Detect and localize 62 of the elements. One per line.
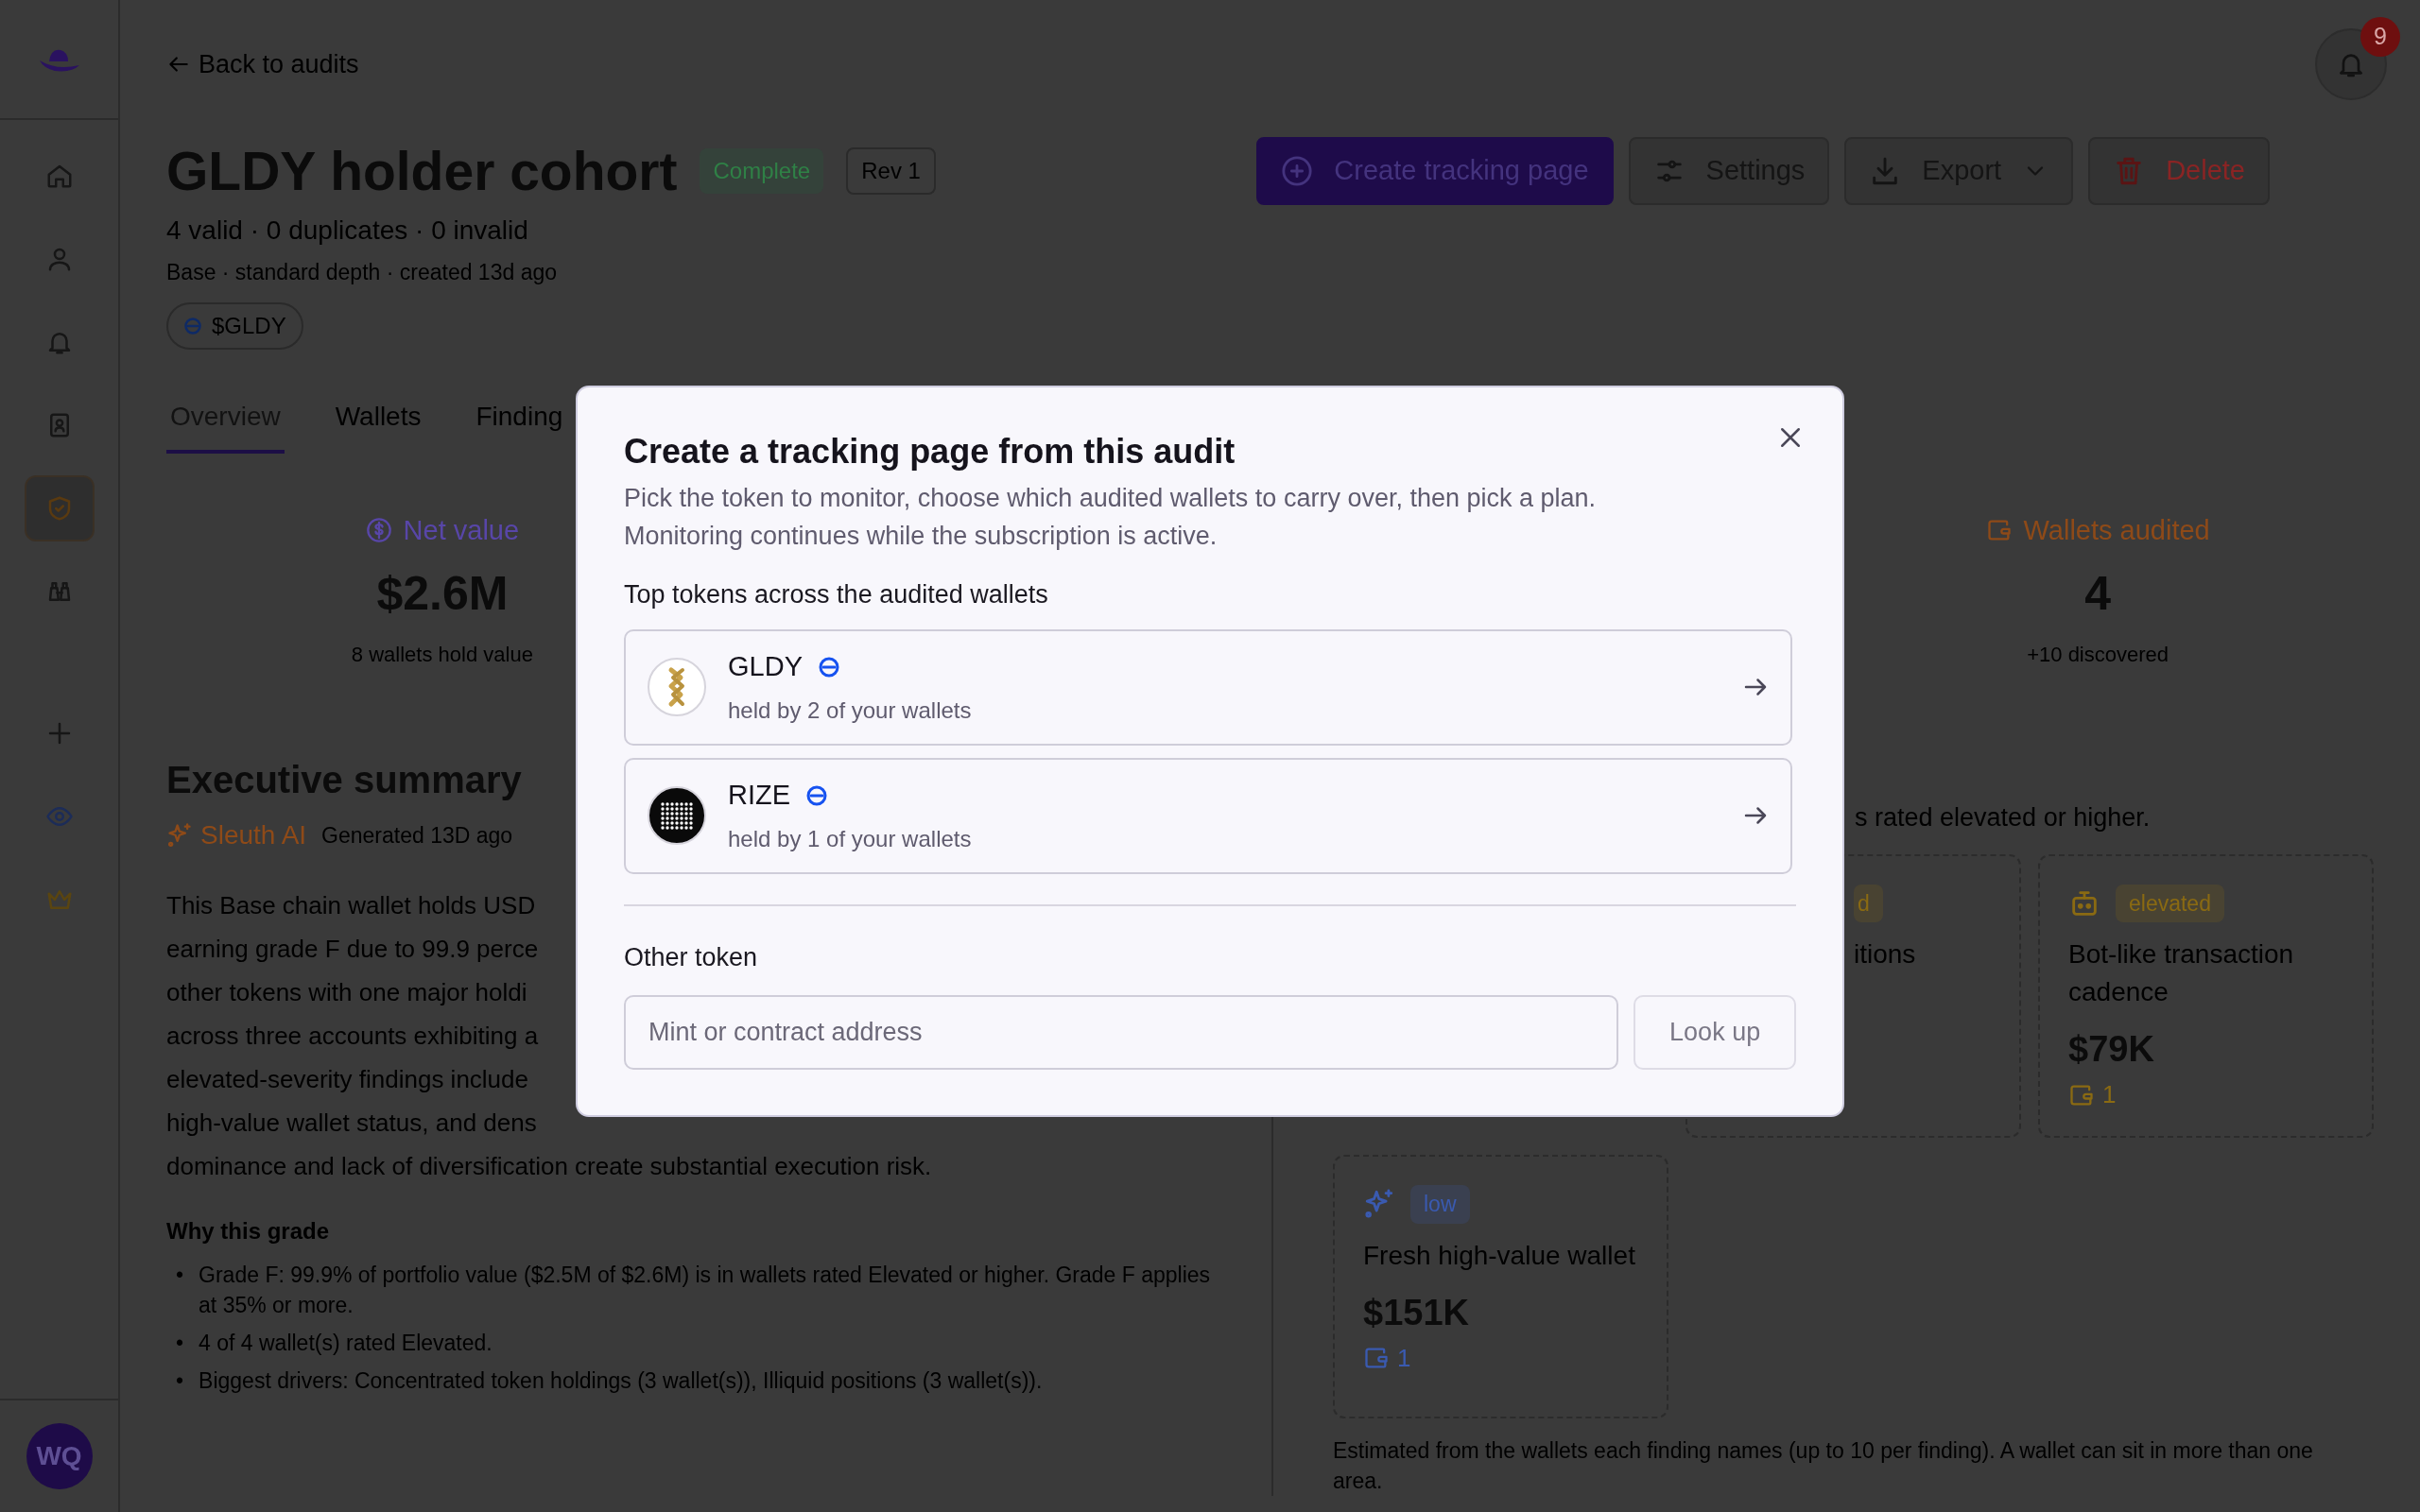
summary-line: high-value wallet status, and dens <box>166 1108 537 1139</box>
summary-line: elevated-severity findings include <box>166 1064 528 1095</box>
section-label: Other token <box>624 941 759 973</box>
action-button[interactable]: Delete <box>2088 137 2270 205</box>
circle-minus-icon <box>805 784 829 808</box>
notification-count: 9 <box>2360 17 2400 57</box>
dollar-circle-icon <box>365 517 392 544</box>
summary-line: across three accounts exhibiting a <box>166 1021 539 1052</box>
status-label: Complete <box>700 148 824 194</box>
token-logo-icon <box>647 785 707 847</box>
severity-tag: elevated <box>2116 884 2224 922</box>
token-name: GLDY <box>728 650 803 684</box>
summary-line: This Base chain wallet holds USD <box>166 890 536 921</box>
bullet-marker: • <box>176 1262 184 1289</box>
counts-text: 4 valid · 0 duplicates · 0 invalid <box>166 215 529 247</box>
revision-label: Rev 1 <box>846 147 936 195</box>
token-option[interactable]: RIZE held by 1 of your wallets <box>624 757 1792 874</box>
section-label: Top tokens across the audited wallets <box>624 579 1049 611</box>
circle-minus-icon <box>818 656 840 679</box>
address-field[interactable]: Mint or contract address <box>624 995 1619 1071</box>
tab[interactable]: Finding <box>472 390 567 454</box>
summary-line: other tokens with one major holdi <box>166 977 527 1008</box>
meta-text: Base · standard depth · created 13d ago <box>166 259 558 286</box>
sparkle-icon <box>166 822 193 849</box>
tab[interactable]: Wallets <box>331 390 425 454</box>
sidebar-item[interactable] <box>24 475 95 541</box>
bullet-marker: • <box>176 1367 184 1395</box>
finding-title: Bot-like transaction cadence <box>2068 938 2295 1008</box>
severity-tag: d <box>1854 884 1883 922</box>
plus-circle-icon <box>1281 155 1314 187</box>
wallet-count: 1 <box>2102 1079 2117 1110</box>
circle-minus-icon <box>183 316 202 335</box>
stat-label: Net value <box>365 509 520 551</box>
bullet-marker: • <box>176 1330 184 1357</box>
summary-line: earning grade F due to 99.9 perce <box>166 934 539 965</box>
source-label: Sleuth AI <box>166 816 307 855</box>
token-option[interactable]: GLDY held by 2 of your wallets <box>624 628 1792 746</box>
bullet-text: Grade F: 99.9% of portfolio value ($2.5M of $2.6M) is in wallets rated Elevated or higher. Grade F applies at 35% or more. <box>199 1262 1212 1319</box>
token-chip: $GLDY <box>166 301 303 350</box>
bullet-text: Biggest drivers: Concentrated token holdings (3 wallet(s)), Illiquid positions (3 wallet(s)). <box>199 1367 1043 1395</box>
why-title: Why this grade <box>166 1217 330 1246</box>
sparkle-icon <box>1363 1188 1395 1221</box>
bullet-text: 4 of 4 wallet(s) rated Elevated. <box>199 1330 493 1357</box>
summary-line: dominance and lack of diversification create substantial execution risk. <box>166 1151 932 1182</box>
stat-note: 8 wallets hold value <box>351 642 533 668</box>
severity-tag: low <box>1410 1185 1470 1224</box>
modal-description: Pick the token to monitor, choose which audited wallets to carry over, then pick a plan. Monitoring continues while the subscription is active. <box>624 483 1598 553</box>
intro-text: s rated elevated or higher. <box>1855 802 2151 833</box>
finding-title: itions <box>1854 938 1916 971</box>
finding-title: Fresh high-value wallet <box>1363 1239 1636 1272</box>
user-avatar[interactable]: WQ <box>26 1423 93 1489</box>
back-link[interactable]: Back to audits <box>166 44 359 84</box>
token-holders: held by 1 of your wallets <box>728 824 973 853</box>
generated-time: Generated 13D ago <box>321 821 513 850</box>
footnote-text: Estimated from the wallets each finding names (up to 10 per finding). A wallet can sit in more than one area. <box>1333 1437 2314 1495</box>
wallet-count: 1 <box>1397 1342 1411 1374</box>
stat-label: Wallets audited <box>1985 509 2210 551</box>
token-name: RIZE <box>728 779 791 813</box>
token-logo-icon <box>647 657 707 718</box>
modal-title: Create a tracking page from this audit <box>624 431 1236 472</box>
stat-note: +10 discovered <box>2027 642 2169 668</box>
token-holders: held by 2 of your wallets <box>728 696 973 725</box>
